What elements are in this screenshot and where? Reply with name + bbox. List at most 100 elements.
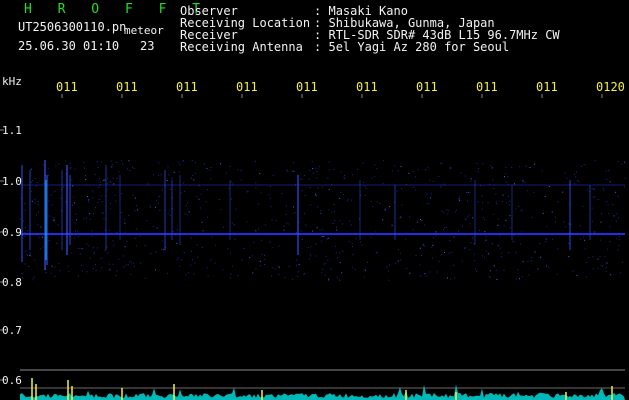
noise-dot: [286, 169, 288, 171]
noise-dot: [432, 244, 434, 246]
noise-dot: [539, 243, 541, 245]
noise-dot: [206, 167, 208, 169]
noise-dot: [199, 207, 201, 209]
noise-dot: [140, 262, 142, 264]
noise-dot: [254, 160, 256, 162]
noise-dot: [87, 201, 89, 203]
noise-dot: [615, 221, 617, 222]
noise-dot: [74, 168, 76, 170]
noise-dot: [103, 218, 105, 220]
noise-dot: [505, 173, 507, 175]
noise-dot: [271, 219, 273, 221]
noise-dot: [582, 206, 584, 208]
noise-dot: [173, 171, 175, 173]
noise-dot: [113, 244, 115, 246]
noise-dot: [129, 261, 131, 263]
noise-dot: [309, 253, 311, 255]
noise-dot: [134, 197, 136, 199]
noise-dot: [454, 211, 456, 213]
noise-dot: [123, 266, 125, 268]
noise-dot: [399, 252, 401, 254]
noise-dot: [489, 270, 491, 272]
noise-dot: [336, 229, 338, 231]
noise-dot: [472, 238, 474, 240]
noise-dot: [158, 162, 160, 164]
noise-dot: [605, 267, 607, 269]
noise-dot: [496, 279, 498, 280]
noise-dot: [455, 209, 457, 211]
noise-dot: [594, 231, 596, 233]
noise-dot: [575, 176, 577, 178]
noise-dot: [71, 252, 73, 254]
noise-dot: [128, 214, 130, 216]
noise-dot: [304, 273, 306, 275]
x-tick-label: 011: [536, 80, 558, 94]
noise-dot: [476, 163, 478, 164]
noise-dot: [278, 266, 280, 268]
noise-dot: [425, 169, 426, 171]
noise-dot: [100, 258, 102, 259]
file-name: UT2506300110.pn: [18, 20, 127, 34]
noise-dot: [352, 246, 353, 248]
noise-dot: [327, 237, 329, 239]
noise-dot: [570, 223, 572, 225]
noise-dot: [515, 278, 517, 280]
noise-dot: [307, 247, 309, 248]
noise-dot: [424, 273, 426, 275]
noise-dot: [153, 174, 155, 176]
noise-dot: [360, 241, 361, 243]
noise-dot: [468, 214, 470, 216]
noise-dot: [364, 185, 366, 187]
noise-dot: [160, 174, 162, 176]
noise-dot: [94, 206, 96, 208]
noise-dot: [470, 242, 472, 244]
noise-dot: [192, 174, 194, 176]
noise-dot: [22, 277, 24, 279]
noise-dot: [311, 161, 313, 163]
noise-dot: [34, 202, 36, 204]
noise-dot: [375, 231, 377, 233]
noise-dot: [152, 226, 154, 227]
noise-dot: [458, 230, 459, 232]
noise-dot: [70, 167, 72, 168]
y-tick-label: 0.9: [2, 226, 22, 239]
noise-dot: [292, 170, 294, 172]
noise-dot: [168, 210, 170, 212]
noise-dot: [182, 160, 184, 162]
noise-dot: [191, 250, 192, 252]
noise-dot: [230, 181, 232, 183]
noise-dot: [542, 212, 544, 214]
noise-dot: [400, 188, 402, 190]
noise-dot: [253, 242, 255, 243]
noise-dot: [211, 236, 213, 238]
noise-dot: [370, 237, 372, 238]
noise-dot: [298, 263, 300, 265]
noise-dot: [409, 272, 411, 274]
noise-dot: [111, 166, 113, 168]
noise-dot: [485, 236, 487, 238]
noise-dot: [498, 244, 500, 246]
noise-dot: [234, 239, 236, 240]
noise-dot: [441, 253, 443, 255]
noise-dot: [453, 236, 454, 238]
noise-dot: [320, 210, 322, 212]
noise-dot: [77, 230, 79, 232]
noise-dot: [436, 271, 438, 273]
noise-dot: [96, 161, 98, 163]
noise-dot: [149, 205, 151, 207]
noise-dot: [51, 265, 53, 267]
noise-dot: [38, 211, 39, 213]
noise-dot: [621, 261, 623, 263]
noise-dot: [65, 160, 66, 162]
noise-dot: [556, 273, 558, 275]
noise-dot: [554, 216, 556, 218]
x-tick-label: 011: [236, 80, 258, 94]
noise-dot: [321, 186, 323, 188]
noise-dot: [447, 277, 448, 279]
noise-dot: [509, 215, 511, 217]
noise-dot: [496, 203, 498, 205]
noise-dot: [584, 248, 586, 250]
noise-dot: [183, 252, 185, 253]
noise-dot: [521, 231, 523, 233]
noise-dot: [71, 179, 73, 181]
